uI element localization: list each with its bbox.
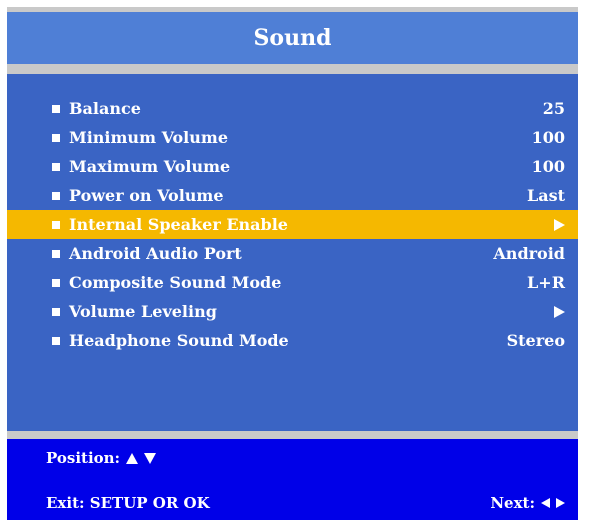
menu-item-label: Minimum Volume xyxy=(69,128,228,147)
menu-item-balance[interactable]: Balance 25 xyxy=(7,94,578,123)
title-bar: Sound xyxy=(7,12,578,64)
menu-item-label: Internal Speaker Enable xyxy=(69,215,288,234)
menu-item-value xyxy=(554,302,565,322)
next-hint: Next: xyxy=(490,494,565,512)
menu-item-label: Power on Volume xyxy=(69,186,224,205)
sound-menu-window: Sound Balance 25 Minimum Volume 100 Maxi… xyxy=(7,7,578,520)
menu-list: Balance 25 Minimum Volume 100 Maximum Vo… xyxy=(7,94,578,355)
position-hint: Position: xyxy=(46,449,157,467)
menu-item-label: Headphone Sound Mode xyxy=(69,331,289,350)
menu-item-value: 100 xyxy=(531,128,565,147)
menu-item-value: 100 xyxy=(531,157,565,176)
next-label: Next: xyxy=(490,494,535,512)
bullet-icon xyxy=(52,308,60,316)
menu-item-value: L+R xyxy=(527,273,565,292)
menu-item-label: Volume Leveling xyxy=(69,302,217,321)
bullet-icon xyxy=(52,250,60,258)
bullet-icon xyxy=(52,134,60,142)
menu-item-label: Maximum Volume xyxy=(69,157,231,176)
help-footer: Position: Exit: SETUP OR OK Next: xyxy=(7,439,578,520)
bullet-icon xyxy=(52,221,60,229)
menu-item-android-audio-port[interactable]: Android Audio Port Android xyxy=(7,239,578,268)
menu-item-internal-speaker-enable[interactable]: Internal Speaker Enable xyxy=(7,210,578,239)
menu-item-value: 25 xyxy=(542,99,565,118)
menu-item-value xyxy=(554,215,565,235)
position-label: Position: xyxy=(46,449,121,467)
submenu-arrow-icon xyxy=(554,306,565,318)
menu-item-headphone-sound-mode[interactable]: Headphone Sound Mode Stereo xyxy=(7,326,578,355)
bullet-icon xyxy=(52,337,60,345)
bullet-icon xyxy=(52,192,60,200)
menu-title: Sound xyxy=(253,25,332,51)
menu-item-value: Last xyxy=(526,186,565,205)
submenu-arrow-icon xyxy=(554,219,565,231)
arrow-left-icon xyxy=(541,498,550,508)
menu-item-label: Balance xyxy=(69,99,141,118)
bullet-icon xyxy=(52,279,60,287)
menu-item-maximum-volume[interactable]: Maximum Volume 100 xyxy=(7,152,578,181)
menu-item-label: Composite Sound Mode xyxy=(69,273,282,292)
bullet-icon xyxy=(52,163,60,171)
menu-item-value: Android xyxy=(493,244,565,263)
arrow-right-icon xyxy=(556,498,565,508)
arrow-up-icon xyxy=(126,452,139,464)
arrow-down-icon xyxy=(144,452,157,464)
menu-panel: Balance 25 Minimum Volume 100 Maximum Vo… xyxy=(7,74,578,431)
menu-item-power-on-volume[interactable]: Power on Volume Last xyxy=(7,181,578,210)
menu-item-volume-leveling[interactable]: Volume Leveling xyxy=(7,297,578,326)
bullet-icon xyxy=(52,105,60,113)
exit-hint: Exit: SETUP OR OK xyxy=(46,494,210,512)
menu-item-value: Stereo xyxy=(506,331,565,350)
menu-item-composite-sound-mode[interactable]: Composite Sound Mode L+R xyxy=(7,268,578,297)
menu-item-label: Android Audio Port xyxy=(69,244,242,263)
menu-item-minimum-volume[interactable]: Minimum Volume 100 xyxy=(7,123,578,152)
